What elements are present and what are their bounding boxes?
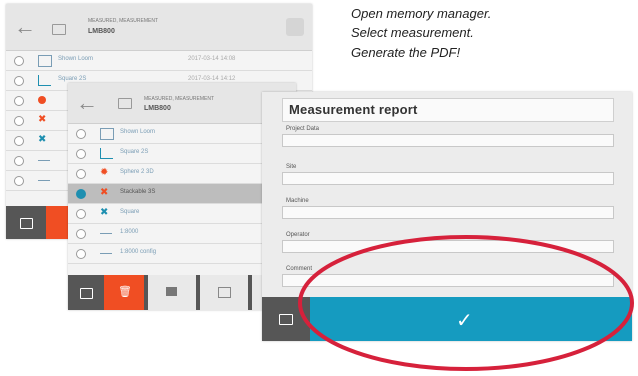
field-label-machine: Machine bbox=[286, 198, 309, 204]
arrow-icon: ✖ bbox=[38, 114, 47, 125]
line-icon bbox=[38, 160, 50, 161]
item-name: Stackable 3S bbox=[120, 189, 156, 195]
folder-icon bbox=[118, 98, 132, 109]
header-path: MEASURED, MEASUREMENT bbox=[144, 96, 215, 102]
move-icon bbox=[218, 287, 231, 298]
report-title: Measurement report bbox=[289, 102, 418, 117]
back-arrow-icon[interactable]: ← bbox=[76, 92, 98, 114]
back-arrow-icon[interactable]: ← bbox=[14, 16, 36, 38]
project-data-input[interactable] bbox=[282, 134, 614, 147]
radio-button-checked[interactable] bbox=[76, 189, 86, 199]
item-name: Square 2S bbox=[58, 76, 87, 82]
item-name: 1:8000 config bbox=[120, 249, 157, 255]
folder-icon bbox=[80, 288, 93, 299]
radio-button[interactable] bbox=[76, 229, 86, 239]
site-input[interactable] bbox=[282, 172, 614, 185]
item-name: 1:8000 bbox=[120, 229, 139, 235]
radio-button[interactable] bbox=[76, 209, 86, 219]
line-icon bbox=[38, 180, 50, 181]
move-button[interactable] bbox=[200, 275, 248, 310]
header-path: MEASURED, MEASUREMENT bbox=[88, 18, 159, 24]
radio-button[interactable] bbox=[76, 169, 86, 179]
list-item[interactable]: Shown Loom 2017-03-14 14:08 bbox=[6, 51, 312, 71]
radio-button[interactable] bbox=[14, 96, 24, 106]
line-icon bbox=[100, 253, 112, 254]
folder-icon bbox=[52, 24, 66, 35]
sphere-icon bbox=[38, 96, 46, 104]
radio-button[interactable] bbox=[76, 129, 86, 139]
item-name: Sphere 2 3D bbox=[120, 169, 154, 175]
folder-button[interactable] bbox=[68, 275, 104, 310]
trash-icon: 🗑 bbox=[118, 286, 132, 298]
copy-icon bbox=[166, 287, 177, 296]
radio-button[interactable] bbox=[14, 176, 24, 186]
item-date: 2017-03-14 14:12 bbox=[188, 76, 236, 82]
radio-button[interactable] bbox=[76, 149, 86, 159]
radio-button[interactable] bbox=[14, 116, 24, 126]
arrow-icon: ✖ bbox=[38, 134, 47, 145]
instruction-generate-pdf: Generate the PDF! bbox=[351, 45, 461, 60]
radio-button[interactable] bbox=[14, 56, 24, 66]
highlight-ellipse-shape bbox=[298, 235, 634, 371]
item-name: Square 2S bbox=[120, 149, 149, 155]
header-folder-name: LMB800 bbox=[144, 105, 171, 112]
table-icon bbox=[38, 55, 52, 67]
chart-icon bbox=[38, 75, 51, 86]
line-icon bbox=[100, 233, 112, 234]
radio-button[interactable] bbox=[14, 76, 24, 86]
instruction-select-measurement: Select measurement. bbox=[351, 25, 474, 40]
report-title-field[interactable]: Measurement report bbox=[282, 98, 614, 122]
sphere-icon: ✹ bbox=[100, 167, 109, 178]
copy-button[interactable] bbox=[148, 275, 196, 310]
folder-button[interactable] bbox=[6, 206, 46, 239]
folder-icon bbox=[20, 218, 33, 229]
back-screen-header: ← MEASURED, MEASUREMENT LMB800 bbox=[6, 4, 312, 51]
arrow-icon: ✖ bbox=[100, 187, 109, 198]
radio-button[interactable] bbox=[14, 136, 24, 146]
highlight-ellipse bbox=[298, 235, 634, 371]
field-label-site: Site bbox=[286, 164, 297, 170]
radio-button[interactable] bbox=[76, 249, 86, 259]
item-name: Square bbox=[120, 209, 140, 215]
field-label-project-data: Project Data bbox=[286, 126, 320, 132]
arrow-icon: ✖ bbox=[100, 207, 109, 218]
item-name: Shown Loom bbox=[58, 56, 94, 62]
radio-button[interactable] bbox=[14, 156, 24, 166]
chart-icon bbox=[100, 148, 113, 159]
instruction-open-memory: Open memory manager. bbox=[351, 6, 492, 21]
machine-input[interactable] bbox=[282, 206, 614, 219]
item-date: 2017-03-14 14:08 bbox=[188, 56, 236, 62]
item-name: Shown Loom bbox=[120, 129, 156, 135]
header-folder-name: LMB800 bbox=[88, 28, 115, 35]
delete-button[interactable]: 🗑 bbox=[104, 275, 144, 310]
table-icon bbox=[100, 128, 114, 140]
folder-icon bbox=[279, 314, 293, 325]
menu-button[interactable] bbox=[286, 18, 304, 36]
